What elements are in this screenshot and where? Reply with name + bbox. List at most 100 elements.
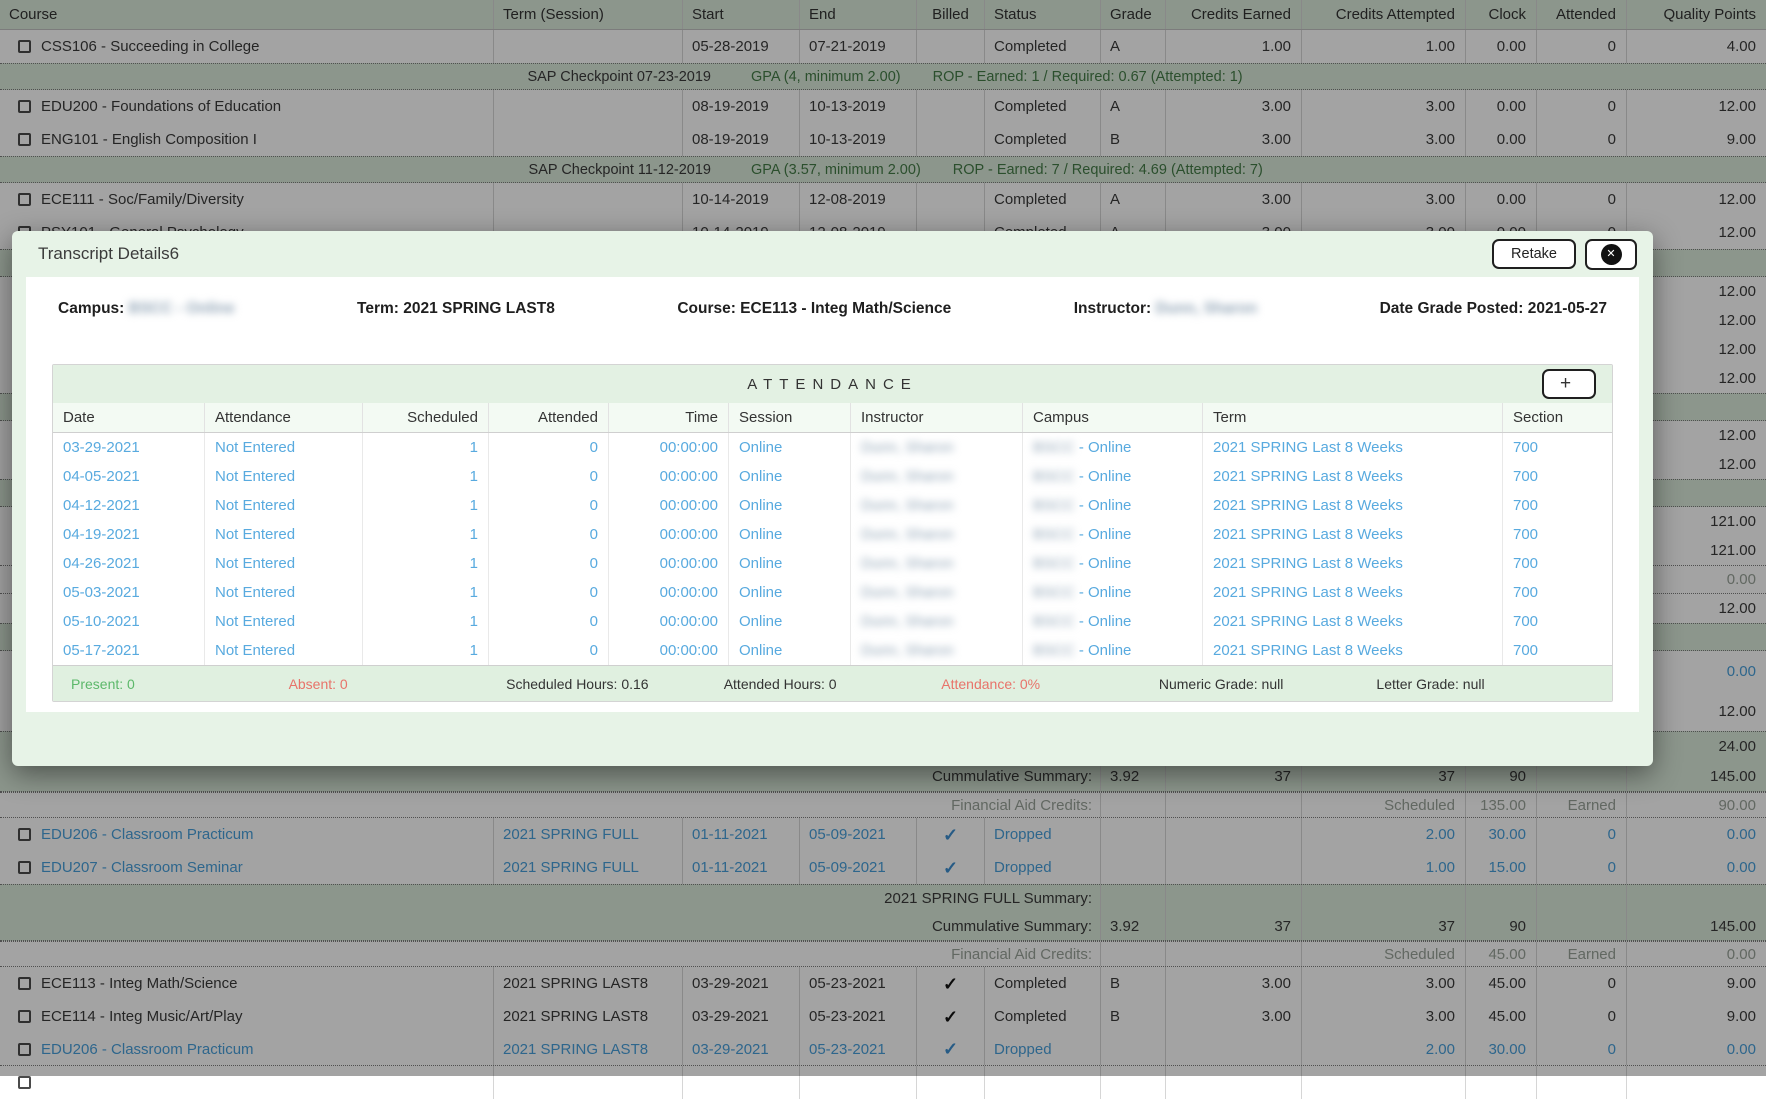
attendance-row: 04-19-2021 Not Entered 1 0 00:00:00 Onli… bbox=[53, 520, 1612, 549]
instructor-cell: Dunn, Sharon bbox=[851, 433, 1023, 462]
attendance-status-cell: Not Entered bbox=[205, 462, 363, 491]
attendance-status-cell: Not Entered bbox=[205, 607, 363, 636]
attendance-status-cell: Not Entered bbox=[205, 433, 363, 462]
instructor-info: Instructor: Dunn, Sharon bbox=[1074, 300, 1257, 318]
attendance-row: 05-03-2021 Not Entered 1 0 00:00:00 Onli… bbox=[53, 578, 1612, 607]
attendance-date-link[interactable]: 04-05-2021 bbox=[53, 462, 205, 491]
time-cell: 00:00:00 bbox=[609, 607, 729, 636]
attendance-status-cell: Not Entered bbox=[205, 491, 363, 520]
course-info-row: Campus: BSCC - Online Term: 2021 SPRING … bbox=[52, 300, 1613, 318]
attendance-row: 04-12-2021 Not Entered 1 0 00:00:00 Onli… bbox=[53, 491, 1612, 520]
term-cell: 2021 SPRING Last 8 Weeks bbox=[1203, 462, 1503, 491]
instructor-redacted: Dunn, Sharon bbox=[861, 584, 954, 601]
attendance-date-link[interactable]: 04-19-2021 bbox=[53, 520, 205, 549]
scheduled-hours: Scheduled Hours: 0.16 bbox=[506, 675, 649, 692]
attended-cell: 0 bbox=[489, 549, 609, 578]
instructor-value-redacted: Dunn, Sharon bbox=[1155, 300, 1258, 317]
instructor-redacted: Dunn, Sharon bbox=[861, 642, 954, 659]
campus-redacted: BSCC bbox=[1033, 555, 1075, 572]
section-cell: 700 bbox=[1513, 468, 1539, 485]
attended-cell: 0 bbox=[489, 578, 609, 607]
attendance-section: ATTENDANCE + Date Attendance Scheduled Atte… bbox=[52, 364, 1613, 702]
section-cell: 700 bbox=[1513, 497, 1539, 514]
attendance-row: 05-10-2021 Not Entered 1 0 00:00:00 Onli… bbox=[53, 607, 1612, 636]
attendance-row: 05-17-2021 Not Entered 1 0 00:00:00 Onli… bbox=[53, 636, 1612, 665]
campus-redacted: BSCC bbox=[1033, 642, 1075, 659]
campus-value-redacted: BSCC - Online bbox=[128, 300, 235, 317]
attendance-column-header: Instructor bbox=[851, 403, 1023, 432]
scheduled-cell: 1 bbox=[363, 607, 489, 636]
attendance-date-link[interactable]: 05-10-2021 bbox=[53, 607, 205, 636]
attendance-date-link[interactable]: 04-12-2021 bbox=[53, 491, 205, 520]
scheduled-cell: 1 bbox=[363, 462, 489, 491]
term-cell: 2021 SPRING Last 8 Weeks bbox=[1203, 549, 1503, 578]
transcript-details-modal: Transcript Details6 Retake ✕ Campus: BSC… bbox=[12, 231, 1653, 766]
instructor-cell: Dunn, Sharon bbox=[851, 491, 1023, 520]
campus-redacted: BSCC bbox=[1033, 584, 1075, 601]
add-attendance-button[interactable]: + bbox=[1542, 369, 1596, 399]
campus-redacted: BSCC bbox=[1033, 526, 1075, 543]
campus-redacted: BSCC bbox=[1033, 497, 1075, 514]
close-button[interactable]: ✕ bbox=[1585, 238, 1637, 270]
term-cell: 2021 SPRING Last 8 Weeks bbox=[1203, 607, 1503, 636]
instructor-cell: Dunn, Sharon bbox=[851, 636, 1023, 665]
section-cell: 700 bbox=[1513, 555, 1539, 572]
attendance-status-cell: Not Entered bbox=[205, 520, 363, 549]
instructor-redacted: Dunn, Sharon bbox=[861, 468, 954, 485]
attendance-row: 03-29-2021 Not Entered 1 0 00:00:00 Onli… bbox=[53, 433, 1612, 462]
session-cell: Online bbox=[729, 636, 851, 665]
session-cell: Online bbox=[729, 520, 851, 549]
attendance-row: 04-26-2021 Not Entered 1 0 00:00:00 Onli… bbox=[53, 549, 1612, 578]
attendance-section-title: ATTENDANCE bbox=[747, 375, 918, 393]
attendance-column-header: Term bbox=[1203, 403, 1503, 432]
retake-button[interactable]: Retake bbox=[1492, 239, 1576, 269]
term-cell: 2021 SPRING Last 8 Weeks bbox=[1203, 636, 1503, 665]
attendance-date-link[interactable]: 03-29-2021 bbox=[53, 433, 205, 462]
attendance-column-header: Campus bbox=[1023, 403, 1203, 432]
campus-cell: BSCC - Online bbox=[1023, 578, 1203, 607]
instructor-label: Instructor: bbox=[1073, 300, 1152, 317]
attended-hours: Attended Hours: 0 bbox=[723, 675, 837, 692]
modal-header: Transcript Details6 Retake ✕ bbox=[12, 231, 1653, 277]
campus-cell: BSCC - Online bbox=[1023, 549, 1203, 578]
time-cell: 00:00:00 bbox=[609, 462, 729, 491]
attended-cell: 0 bbox=[489, 433, 609, 462]
scheduled-cell: 1 bbox=[363, 520, 489, 549]
present-count: Present: 0 bbox=[71, 675, 135, 692]
attendance-column-header: Scheduled bbox=[363, 403, 489, 432]
instructor-redacted: Dunn, Sharon bbox=[861, 497, 954, 514]
time-cell: 00:00:00 bbox=[609, 520, 729, 549]
session-cell: Online bbox=[729, 578, 851, 607]
instructor-cell: Dunn, Sharon bbox=[851, 549, 1023, 578]
instructor-redacted: Dunn, Sharon bbox=[861, 555, 954, 572]
attendance-date-link[interactable]: 04-26-2021 bbox=[53, 549, 205, 578]
attendance-column-header: Time bbox=[609, 403, 729, 432]
attended-cell: 0 bbox=[489, 636, 609, 665]
term-info: Term: 2021 SPRING LAST8 bbox=[357, 300, 555, 317]
session-cell: Online bbox=[729, 491, 851, 520]
attendance-date-link[interactable]: 05-03-2021 bbox=[53, 578, 205, 607]
campus-cell: BSCC - Online bbox=[1023, 462, 1203, 491]
time-cell: 00:00:00 bbox=[609, 433, 729, 462]
term-cell: 2021 SPRING Last 8 Weeks bbox=[1203, 520, 1503, 549]
attendance-date-link[interactable]: 05-17-2021 bbox=[53, 636, 205, 665]
campus-redacted: BSCC bbox=[1033, 439, 1075, 456]
campus-redacted: BSCC bbox=[1033, 613, 1075, 630]
term-cell: 2021 SPRING Last 8 Weeks bbox=[1203, 578, 1503, 607]
campus-cell: BSCC - Online bbox=[1023, 607, 1203, 636]
row-checkbox[interactable] bbox=[18, 1076, 31, 1089]
course-info: Course: ECE113 - Integ Math/Science bbox=[677, 300, 952, 317]
section-cell: 700 bbox=[1513, 642, 1539, 659]
section-cell: 700 bbox=[1513, 526, 1539, 543]
absent-count: Absent: 0 bbox=[288, 675, 348, 692]
attended-cell: 0 bbox=[489, 607, 609, 636]
attended-cell: 0 bbox=[489, 491, 609, 520]
campus-cell: BSCC - Online bbox=[1023, 433, 1203, 462]
attendance-table-header: Date Attendance Scheduled Attended Time Sessi… bbox=[53, 403, 1612, 433]
scheduled-cell: 1 bbox=[363, 636, 489, 665]
modal-body: Campus: BSCC - Online Term: 2021 SPRING … bbox=[26, 277, 1639, 712]
time-cell: 00:00:00 bbox=[609, 491, 729, 520]
session-cell: Online bbox=[729, 607, 851, 636]
campus-cell: BSCC - Online bbox=[1023, 636, 1203, 665]
session-cell: Online bbox=[729, 433, 851, 462]
